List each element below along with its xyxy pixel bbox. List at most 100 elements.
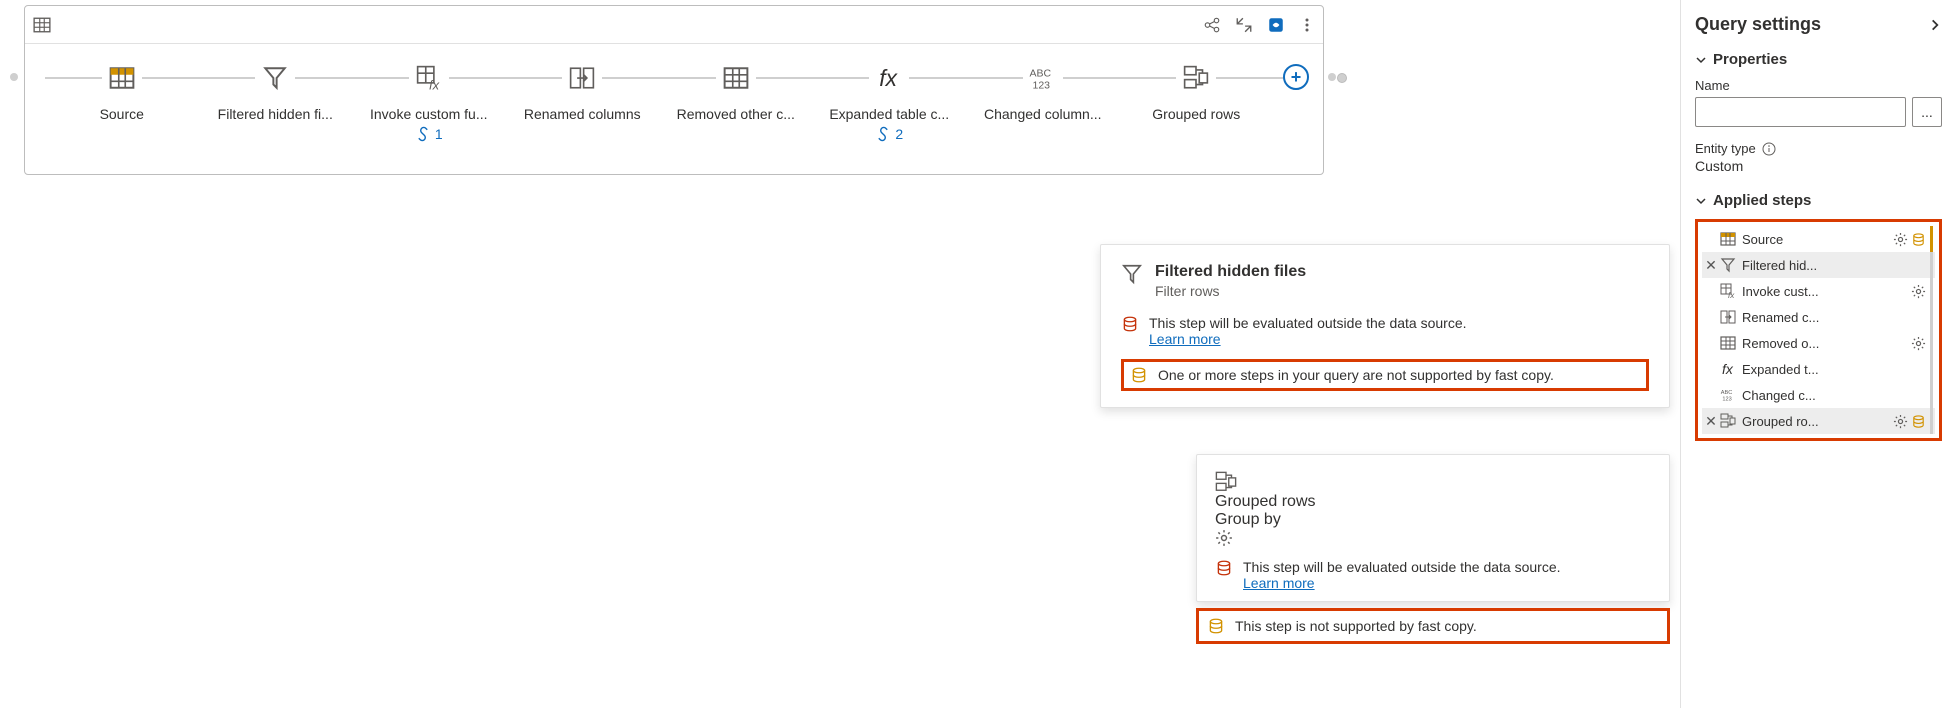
- group-icon: [1183, 65, 1209, 91]
- table-fx-icon: [1720, 283, 1736, 299]
- step-label: Grouped rows: [1152, 106, 1240, 122]
- applied-step-item[interactable]: Invoke cust...: [1702, 278, 1935, 304]
- fastcopy-warning-box: This step is not supported by fast copy.: [1196, 608, 1670, 644]
- applied-step-label: Changed c...: [1742, 388, 1926, 403]
- step-status-bar: [1930, 252, 1933, 278]
- applied-step-label: Expanded t...: [1742, 362, 1926, 377]
- step-status-bar: [1930, 226, 1933, 252]
- applied-step-item[interactable]: ✕ Grouped ro...: [1702, 408, 1935, 434]
- db-icon: [1130, 366, 1148, 384]
- add-step-button[interactable]: +: [1283, 64, 1309, 90]
- db-warn-icon: [1121, 315, 1139, 333]
- pipeline-step[interactable]: Filtered hidden fi...: [199, 44, 353, 142]
- learn-more-link[interactable]: Learn more: [1243, 575, 1315, 591]
- fastcopy-warning-text: One or more steps in your query are not …: [1158, 367, 1554, 383]
- applied-steps-list: Source ✕ Filtered hid... Invoke cust... …: [1695, 219, 1942, 441]
- query-table-icon: [33, 16, 51, 34]
- applied-step-label: Filtered hid...: [1742, 258, 1926, 273]
- applied-step-item[interactable]: Changed c...: [1702, 382, 1935, 408]
- step-status-bar: [1930, 356, 1933, 382]
- pipeline-step[interactable]: Grouped rows: [1120, 44, 1274, 142]
- pipeline-step[interactable]: Source: [45, 44, 199, 142]
- step-label: Removed other c...: [677, 106, 795, 122]
- db-icon: [1911, 232, 1926, 247]
- learn-more-link[interactable]: Learn more: [1149, 331, 1221, 347]
- abc123-icon: [1028, 65, 1058, 91]
- table-fx-icon: [416, 65, 442, 91]
- applied-step-item[interactable]: Source: [1702, 226, 1935, 252]
- flow-start-dot: [10, 73, 18, 81]
- fx-icon: [876, 65, 902, 91]
- step-label: Renamed columns: [524, 106, 641, 122]
- filter-icon: [1121, 263, 1143, 285]
- applied-steps-toggle[interactable]: Applied steps: [1695, 192, 1942, 209]
- properties-section-toggle[interactable]: Properties: [1695, 51, 1942, 68]
- gear-icon[interactable]: [1911, 284, 1926, 299]
- step-status-bar: [1930, 408, 1933, 434]
- applied-step-item[interactable]: ✕ Filtered hid...: [1702, 252, 1935, 278]
- applied-step-label: Renamed c...: [1742, 310, 1926, 325]
- step-label: Source: [100, 106, 144, 122]
- delete-step-icon[interactable]: ✕: [1704, 257, 1718, 274]
- step-status-bar: [1930, 330, 1933, 356]
- rename-icon: [569, 65, 595, 91]
- step-status-bar: [1930, 278, 1933, 304]
- applied-step-label: Removed o...: [1742, 336, 1911, 351]
- query-settings-panel: Query settings Properties Name ... Entit…: [1680, 0, 1952, 708]
- pipeline-step[interactable]: Changed column...: [966, 44, 1120, 142]
- panel-expand-icon[interactable]: [1928, 18, 1942, 32]
- panel-title: Query settings: [1695, 14, 1928, 35]
- step-status-bar: [1930, 304, 1933, 330]
- table-gold-icon: [109, 65, 135, 91]
- applied-steps-label: Applied steps: [1713, 192, 1811, 209]
- more-icon[interactable]: [1299, 17, 1315, 33]
- step-label: Invoke custom fu...: [370, 106, 488, 122]
- applied-step-item[interactable]: Expanded t...: [1702, 356, 1935, 382]
- applied-step-item[interactable]: Removed o...: [1702, 330, 1935, 356]
- step-label: Changed column...: [984, 106, 1102, 122]
- table-icon: [1720, 335, 1736, 351]
- applied-step-label: Source: [1742, 232, 1893, 247]
- gear-icon[interactable]: [1893, 414, 1908, 429]
- name-input[interactable]: [1695, 97, 1906, 127]
- db-icon: [1911, 414, 1926, 429]
- name-more-button[interactable]: ...: [1912, 97, 1942, 127]
- filter-icon: [262, 65, 288, 91]
- tooltip-subtitle: Filter rows: [1155, 283, 1306, 299]
- share-icon[interactable]: [1203, 16, 1221, 34]
- abc123-icon: [1720, 387, 1736, 403]
- step-link-badge[interactable]: 1: [415, 126, 443, 142]
- tooltip-title: Grouped rows: [1215, 493, 1651, 511]
- step-status-bar: [1930, 382, 1933, 408]
- step-link-badge[interactable]: 2: [875, 126, 903, 142]
- step-tooltip-grouped: Grouped rows Group by This step will be …: [1196, 454, 1670, 602]
- powerquery-icon[interactable]: [1267, 16, 1285, 34]
- fastcopy-warning-box: One or more steps in your query are not …: [1121, 359, 1649, 391]
- tooltip-title: Filtered hidden files: [1155, 263, 1306, 281]
- info-icon[interactable]: [1762, 142, 1776, 156]
- pipeline-step[interactable]: Removed other c...: [659, 44, 813, 142]
- applied-step-label: Grouped ro...: [1742, 414, 1893, 429]
- table-icon: [723, 65, 749, 91]
- fx-icon: [1720, 361, 1736, 377]
- query-flow-canvas: Source Filtered hidden fi... Invoke cust…: [24, 5, 1324, 175]
- table-gold-icon: [1720, 231, 1736, 247]
- gear-icon[interactable]: [1215, 529, 1651, 547]
- applied-step-item[interactable]: Renamed c...: [1702, 304, 1935, 330]
- pipeline-step[interactable]: Expanded table c... 2: [813, 44, 967, 142]
- rename-icon: [1720, 309, 1736, 325]
- pipeline-step[interactable]: Renamed columns: [506, 44, 660, 142]
- flow-end-dot: [1328, 73, 1336, 81]
- group-icon: [1720, 413, 1736, 429]
- gear-icon[interactable]: [1911, 336, 1926, 351]
- delete-step-icon[interactable]: ✕: [1704, 413, 1718, 430]
- step-label: Expanded table c...: [829, 106, 949, 122]
- step-tooltip-filtered: Filtered hidden files Filter rows This s…: [1100, 244, 1670, 408]
- collapse-icon[interactable]: [1235, 16, 1253, 34]
- tooltip-subtitle: Group by: [1215, 511, 1651, 529]
- flow-end-terminal: [1337, 73, 1347, 83]
- applied-step-label: Invoke cust...: [1742, 284, 1911, 299]
- step-label: Filtered hidden fi...: [218, 106, 333, 122]
- pipeline-step[interactable]: Invoke custom fu... 1: [352, 44, 506, 142]
- gear-icon[interactable]: [1893, 232, 1908, 247]
